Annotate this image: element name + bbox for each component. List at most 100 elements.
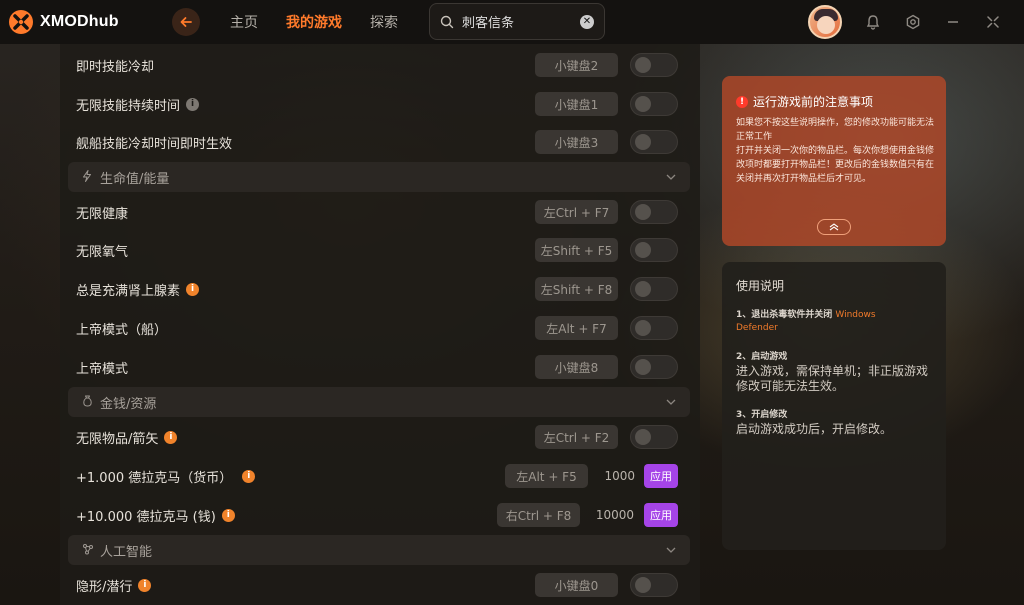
nav-explore[interactable]: 探索 (370, 12, 398, 32)
notice-card: ! 运行游戏前的注意事项 如果您不按这些说明操作，您的修改功能可能无法正常工作 … (722, 76, 946, 246)
hotkey-badge: 右Ctrl + F8 (497, 503, 580, 527)
mod-label: 即时技能冷却 (76, 59, 155, 75)
section-ai[interactable]: 人工智能 (68, 535, 690, 565)
mod-label: 无限健康 (76, 206, 129, 222)
mod-label: +10.000 德拉克马 (钱) i (76, 506, 235, 525)
mod-label: 隐形/潜行 i (76, 576, 152, 595)
mod-toggle[interactable] (630, 425, 678, 449)
chevron-down-icon (666, 397, 676, 408)
chevron-up-icon (829, 223, 839, 231)
mod-toggle[interactable] (630, 200, 678, 224)
nav-my-games[interactable]: 我的游戏 (286, 12, 342, 32)
mod-label: 上帝模式 (76, 361, 129, 377)
mod-label: 无限物品/箭矢 i (76, 428, 178, 447)
section-money[interactable]: 金钱/资源 (68, 387, 690, 417)
section-health[interactable]: 生命值/能量 (68, 162, 690, 192)
warning-icon: ! (736, 95, 748, 108)
mod-toggle[interactable] (630, 277, 678, 301)
usage-title: 使用说明 (736, 279, 785, 293)
value-input[interactable]: 1000 (585, 469, 635, 483)
xmodhub-logo-icon (9, 10, 33, 34)
mod-toggle[interactable] (630, 316, 678, 340)
mod-row: 无限氧气 左Shift + F5 (60, 231, 700, 269)
mod-row: +1.000 德拉克马（货币） i 左Alt + F5 1000 应用 (60, 457, 700, 495)
notice-title: ! 运行游戏前的注意事项 (736, 93, 873, 110)
hotkey-badge: 左Ctrl + F2 (535, 425, 618, 449)
user-avatar[interactable] (808, 5, 842, 39)
mod-row: 上帝模式（船） 左Alt + F7 (60, 309, 700, 347)
lightning-icon (82, 169, 94, 185)
section-label: 生命值/能量 (100, 171, 170, 187)
usage-card: 使用说明 1、退出杀毒软件并关闭 Windows Defender 2、启动游戏… (722, 262, 946, 550)
mod-list-panel: 即时技能冷却 小键盘2 无限技能持续时间 i 小键盘1 舰船技能冷却时间即时生效 … (60, 44, 700, 605)
mod-label: 无限氧气 (76, 244, 129, 260)
search-icon (440, 15, 454, 28)
fullscreen-icon[interactable] (984, 13, 1002, 31)
notice-text: 如果您不按这些说明操作，您的修改功能可能无法正常工作 打开并关闭一次你的物品栏。… (736, 118, 935, 184)
section-label: 人工智能 (100, 544, 153, 560)
mod-row: 无限健康 左Ctrl + F7 (60, 193, 700, 231)
mod-row: 无限技能持续时间 i 小键盘1 (60, 85, 700, 123)
info-icon[interactable]: i (221, 508, 235, 522)
app-name: XMODhub (40, 13, 119, 30)
value-input[interactable]: 10000 (584, 508, 634, 522)
clear-icon[interactable]: ✕ (580, 14, 594, 29)
hotkey-badge: 左Alt + F5 (505, 464, 588, 488)
info-icon[interactable]: i (138, 578, 152, 592)
hotkey-badge: 小键盘8 (535, 355, 618, 379)
usage-step-3: 3、开启修改 启动游戏成功后，开启修改。 (736, 410, 893, 436)
hotkey-badge: 左Shift + F5 (535, 238, 618, 262)
minimize-icon[interactable] (944, 13, 962, 31)
mod-label: 舰船技能冷却时间即时生效 (76, 136, 233, 152)
hotkey-badge: 小键盘1 (535, 92, 618, 116)
mod-row: 总是充满肾上腺素 i 左Shift + F8 (60, 270, 700, 308)
info-icon[interactable]: i (186, 97, 200, 111)
mod-row: +10.000 德拉克马 (钱) i 右Ctrl + F8 10000 应用 (60, 496, 700, 534)
nav-home[interactable]: 主页 (230, 12, 258, 32)
mod-toggle[interactable] (630, 130, 678, 154)
mod-toggle[interactable] (630, 238, 678, 262)
mod-row: 舰船技能冷却时间即时生效 小键盘3 (60, 123, 700, 161)
arrow-left-icon (180, 17, 192, 27)
mod-label: 上帝模式（船） (76, 322, 168, 338)
search-input[interactable] (462, 14, 572, 29)
main-nav: 主页 我的游戏 探索 (230, 12, 426, 32)
mod-toggle[interactable] (630, 53, 678, 77)
ai-icon (82, 543, 94, 558)
apply-button[interactable]: 应用 (644, 464, 678, 488)
money-bag-icon (82, 395, 94, 410)
chevron-down-icon (666, 172, 676, 183)
mod-label: 总是充满肾上腺素 i (76, 280, 200, 299)
info-icon[interactable]: i (164, 430, 178, 444)
mod-row: 上帝模式 小键盘8 (60, 348, 700, 386)
window-controls (808, 0, 1024, 44)
info-icon[interactable]: i (242, 469, 256, 483)
app-logo[interactable]: XMODhub (8, 9, 158, 35)
notification-icon[interactable] (864, 13, 882, 31)
hotkey-badge: 左Alt + F7 (535, 316, 618, 340)
mod-toggle[interactable] (630, 573, 678, 597)
mod-row: 隐形/潜行 i 小键盘0 (60, 566, 700, 604)
hotkey-badge: 左Shift + F8 (535, 277, 618, 301)
info-icon[interactable]: i (186, 282, 200, 296)
settings-icon[interactable] (904, 13, 922, 31)
hotkey-badge: 小键盘2 (535, 53, 618, 77)
usage-step-1: 1、退出杀毒软件并关闭 Windows Defender (736, 310, 876, 333)
search-box: ✕ (429, 3, 605, 40)
mod-row: 即时技能冷却 小键盘2 (60, 46, 700, 84)
hotkey-badge: 左Ctrl + F7 (535, 200, 618, 224)
usage-step-2: 2、启动游戏 进入游戏，需保持单机；非正版游戏修改可能无法生效。 (736, 352, 929, 393)
chevron-down-icon (666, 545, 676, 556)
collapse-button[interactable] (817, 219, 851, 235)
section-label: 金钱/资源 (100, 396, 157, 412)
top-bar: XMODhub 主页 我的游戏 探索 ✕ (0, 0, 1024, 44)
mod-label: +1.000 德拉克马（货币） i (76, 467, 256, 486)
apply-button[interactable]: 应用 (644, 503, 678, 527)
mod-toggle[interactable] (630, 355, 678, 379)
hotkey-badge: 小键盘0 (535, 573, 618, 597)
hotkey-badge: 小键盘3 (535, 130, 618, 154)
back-button[interactable] (172, 8, 200, 36)
mod-row: 无限物品/箭矢 i 左Ctrl + F2 (60, 418, 700, 456)
mod-toggle[interactable] (630, 92, 678, 116)
mod-label: 无限技能持续时间 i (76, 95, 200, 114)
